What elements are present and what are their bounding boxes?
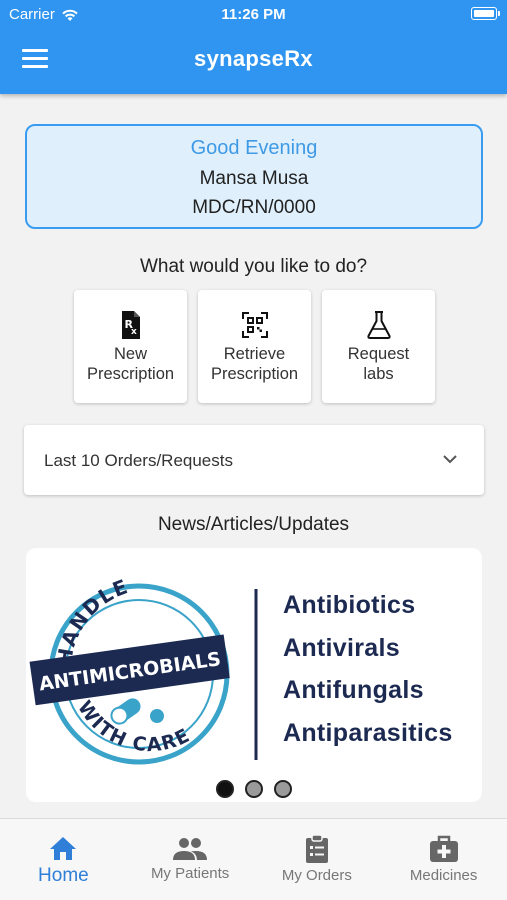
battery-icon	[471, 7, 500, 20]
action-label-line1: Request	[347, 345, 410, 363]
banner-item: Antifungals	[283, 676, 424, 704]
app-header: Carrier 11:26 PM synapseRx	[0, 0, 507, 94]
action-label-line2: labs	[363, 365, 394, 383]
app-title: synapseRx	[194, 46, 313, 71]
action-prompt: What would you like to do?	[139, 256, 368, 277]
svg-text:x: x	[131, 327, 137, 337]
action-label-line2: Prescription	[210, 365, 299, 383]
greeting-card: Good Evening Mansa Musa MDC/RN/0000	[25, 124, 483, 229]
banner-item: Antiparasitics	[283, 718, 453, 747]
home-icon	[50, 837, 77, 860]
tab-label: My Orders	[281, 867, 352, 884]
carousel-dot-3[interactable]	[273, 780, 292, 798]
user-registration-id: MDC/RN/0000	[192, 197, 316, 218]
carousel-dot-2[interactable]	[244, 780, 263, 798]
status-bar: Carrier 11:26 PM	[0, 0, 507, 28]
news-carousel-slide[interactable]: HANDLE WITH CARE ANTIMICROBIALS Antibiot…	[26, 548, 482, 802]
people-icon	[173, 838, 208, 860]
tab-my-orders[interactable]: My Orders	[254, 819, 381, 900]
tab-medicines[interactable]: Medicines	[380, 819, 507, 900]
banner-item: Antibiotics	[283, 591, 416, 619]
carousel-dot-1[interactable]	[215, 780, 234, 798]
banner-item: Antivirals	[283, 633, 400, 662]
retrieve-prescription-button[interactable]: Retrieve Prescription	[198, 290, 311, 403]
action-label-line2: Prescription	[86, 365, 175, 383]
greeting-salutation: Good Evening	[190, 137, 318, 159]
action-label-line1: Retrieve	[223, 345, 286, 363]
tab-home[interactable]: Home	[0, 819, 127, 900]
action-label-line1: New	[113, 345, 147, 363]
tab-my-patients[interactable]: My Patients	[127, 819, 254, 900]
qr-code-icon	[241, 312, 268, 338]
tab-label: My Patients	[150, 865, 230, 882]
recent-orders-label: Last 10 Orders/Requests	[44, 451, 233, 470]
medical-kit-icon	[429, 835, 458, 862]
chevron-down-icon	[443, 455, 457, 464]
clipboard-icon	[305, 834, 328, 863]
request-labs-button[interactable]: Request labs	[322, 290, 435, 403]
banner-drug-list: Antibiotics Antivirals Antifungals Antip…	[283, 584, 453, 754]
user-name: Mansa Musa	[199, 168, 309, 189]
tab-label: Home	[38, 865, 89, 886]
flask-icon	[366, 311, 391, 339]
status-time: 11:26 PM	[221, 6, 286, 23]
tab-label: Medicines	[409, 867, 478, 884]
new-prescription-button[interactable]: R x New Prescription	[74, 290, 187, 403]
quick-actions: R x New Prescription Retrieve Prescripti…	[74, 290, 435, 403]
recent-orders-panel[interactable]: Last 10 Orders/Requests	[24, 425, 484, 495]
bottom-tab-bar: Home My Patients My Orders Medicines	[0, 818, 507, 900]
news-section-title: News/Articles/Updates	[157, 514, 350, 535]
carousel-indicators	[0, 780, 507, 798]
prescription-icon: R x	[121, 311, 140, 339]
